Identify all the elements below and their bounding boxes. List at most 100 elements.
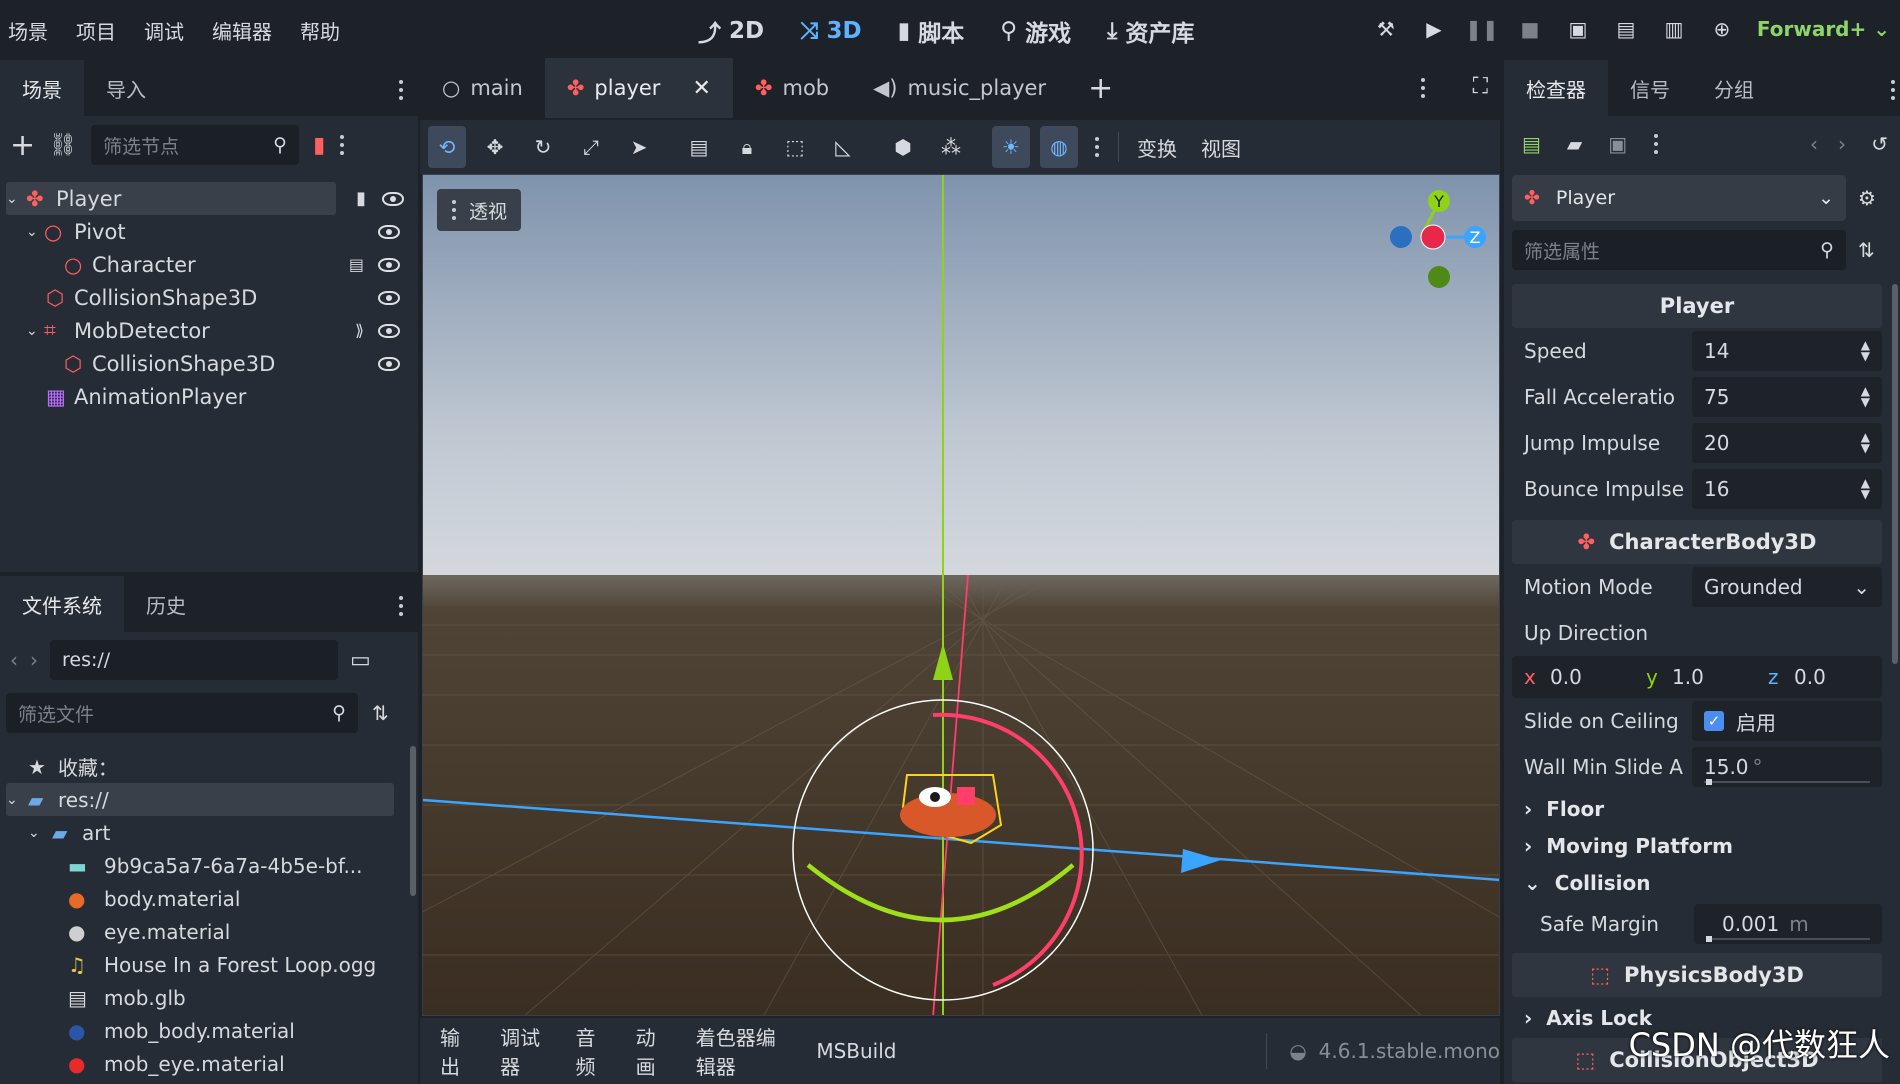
- visibility-eye-icon[interactable]: [378, 356, 400, 371]
- up-direction-y[interactable]: 1.0: [1672, 665, 1768, 689]
- pause-icon[interactable]: ❚❚: [1465, 14, 1499, 44]
- tab-shader-editor[interactable]: 着色器编辑器: [696, 1022, 787, 1080]
- script-icon[interactable]: ▮: [356, 188, 366, 209]
- gizmo-x-handle[interactable]: [1420, 224, 1446, 250]
- tab-history[interactable]: 历史: [124, 576, 208, 632]
- view-perspective-menu[interactable]: 透视: [437, 189, 522, 231]
- scene-tab-main[interactable]: ○ main: [420, 58, 545, 118]
- update-spinner-icon[interactable]: ◒: [1289, 1039, 1306, 1063]
- favorites-row[interactable]: ★ 收藏：: [6, 750, 412, 783]
- safe-margin-slider[interactable]: 0.001 m: [1694, 904, 1882, 944]
- visibility-eye-icon[interactable]: [378, 224, 400, 239]
- tab-groups[interactable]: 分组: [1692, 60, 1776, 116]
- tab-inspector[interactable]: 检查器: [1504, 60, 1608, 116]
- resource-menu-icon[interactable]: [1653, 134, 1659, 154]
- mode-assetlib-button[interactable]: ⤓ 资产库: [1107, 14, 1194, 48]
- group-icon[interactable]: ⬚: [776, 126, 814, 168]
- visibility-eye-icon[interactable]: [382, 191, 404, 206]
- play-custom-scene-icon[interactable]: ▥: [1659, 14, 1689, 44]
- tab-filesystem[interactable]: 文件系统: [0, 576, 124, 632]
- 3d-viewport[interactable]: 透视 Y Z: [422, 174, 1500, 1016]
- up-direction-z[interactable]: 0.0: [1794, 665, 1826, 689]
- signal-icon[interactable]: ⟫: [355, 321, 364, 340]
- mesh-icon[interactable]: ⬢: [884, 126, 922, 168]
- section-physicsbody3d[interactable]: ⬚ PhysicsBody3D: [1512, 953, 1882, 997]
- tree-node-mobdetector[interactable]: ⌄ ⌗ MobDetector ⟫: [6, 314, 412, 347]
- scene-tab-music-player[interactable]: ◀) music_player: [851, 58, 1068, 118]
- select-tool-icon[interactable]: ⟲: [428, 126, 466, 168]
- scrollbar[interactable]: [410, 746, 416, 896]
- tab-debugger[interactable]: 调试器: [500, 1022, 545, 1080]
- menu-editor[interactable]: 编辑器: [212, 16, 272, 45]
- tree-node-character[interactable]: ○ Character ▤: [6, 248, 412, 281]
- filter-nodes-input[interactable]: 筛选节点 ⚲: [91, 125, 300, 165]
- group-floor[interactable]: › Floor: [1512, 790, 1882, 827]
- play-icon[interactable]: ▶: [1419, 14, 1449, 44]
- distraction-free-icon[interactable]: ⛶: [1473, 74, 1488, 99]
- dock-menu-icon[interactable]: [398, 596, 404, 616]
- gizmo-neg-z-handle[interactable]: [1390, 226, 1412, 248]
- new-resource-icon[interactable]: ▤: [1522, 132, 1541, 156]
- file-tree-row-art[interactable]: ⌄ ▰ art: [6, 816, 412, 849]
- mode-game-button[interactable]: ⚲ 游戏: [1000, 14, 1071, 48]
- remote-debug-icon[interactable]: ▣: [1563, 14, 1593, 44]
- file-row[interactable]: ● mob_eye.material: [6, 1047, 412, 1080]
- list-select-icon[interactable]: ➤: [620, 126, 658, 168]
- tab-audio[interactable]: 音频: [575, 1022, 605, 1080]
- chevron-down-icon[interactable]: ⌄: [6, 191, 26, 207]
- menu-project[interactable]: 项目: [76, 16, 116, 45]
- tabs-menu-icon[interactable]: [1420, 78, 1426, 98]
- mode-script-button[interactable]: ▮ 脚本: [898, 14, 965, 48]
- scene-menu-icon[interactable]: [339, 135, 345, 155]
- history-back-icon[interactable]: ‹: [1810, 132, 1818, 156]
- tab-signals[interactable]: 信号: [1608, 60, 1692, 116]
- tree-node-player[interactable]: ⌄ ✤ Player ▮: [6, 182, 404, 215]
- tab-output[interactable]: 输出: [440, 1022, 470, 1080]
- inspector-options-icon[interactable]: ⇅: [1858, 238, 1875, 262]
- gizmo-neg-y-handle[interactable]: [1428, 266, 1450, 288]
- up-direction-x[interactable]: 0.0: [1550, 665, 1646, 689]
- dock-menu-icon[interactable]: [1890, 80, 1896, 100]
- renderer-select[interactable]: Forward+ ⌄: [1757, 17, 1890, 41]
- close-icon[interactable]: ✕: [692, 76, 710, 101]
- fall-acceleration-spinbox[interactable]: 75 ▲ ▼: [1692, 377, 1882, 417]
- visibility-eye-icon[interactable]: [378, 323, 400, 338]
- save-icon[interactable]: ▣: [1608, 132, 1627, 156]
- file-row[interactable]: ♫ House In a Forest Loop.ogg: [6, 948, 412, 981]
- section-characterbody3d[interactable]: ✤ CharacterBody3D: [1512, 520, 1882, 564]
- visibility-eye-icon[interactable]: [378, 290, 400, 305]
- bounce-impulse-spinbox[interactable]: 16 ▲ ▼: [1692, 469, 1882, 509]
- move-tool-icon[interactable]: ✥: [476, 126, 514, 168]
- sun-preview-icon[interactable]: ☀: [992, 126, 1030, 168]
- file-row[interactable]: ● eye.material: [6, 915, 412, 948]
- history-forward-icon[interactable]: ›: [1838, 132, 1846, 156]
- file-row[interactable]: ▤ mob.glb: [6, 981, 412, 1014]
- tab-scene[interactable]: 场景: [0, 60, 84, 116]
- attach-script-icon[interactable]: ▮: [313, 133, 325, 158]
- scene-tab-mob[interactable]: ✤ mob: [733, 58, 851, 118]
- mode-2d-button[interactable]: ⤴ 2D: [698, 14, 764, 48]
- back-icon[interactable]: ‹: [10, 648, 18, 672]
- jump-impulse-spinbox[interactable]: 20 ▲ ▼: [1692, 423, 1882, 463]
- scale-tool-icon[interactable]: ⤢: [572, 126, 610, 168]
- filter-files-input[interactable]: 筛选文件 ⚲: [6, 693, 358, 733]
- hammer-icon[interactable]: ⚒: [1371, 14, 1401, 44]
- node-settings-icon[interactable]: ⚙: [1858, 186, 1876, 210]
- chevron-down-icon[interactable]: ⌄: [6, 792, 28, 808]
- group-collision[interactable]: ⌄ Collision: [1512, 864, 1882, 901]
- particles-icon[interactable]: ⁂: [932, 126, 970, 168]
- play-scene-icon[interactable]: ▤: [1611, 14, 1641, 44]
- stop-icon[interactable]: ■: [1515, 14, 1545, 44]
- movie-maker-icon[interactable]: ⊕: [1707, 14, 1737, 44]
- scene-tab-player[interactable]: ✤ player ✕: [544, 58, 733, 118]
- history-icon[interactable]: ↺: [1871, 132, 1888, 156]
- open-folder-icon[interactable]: ▰: [1567, 132, 1582, 156]
- add-tab-icon[interactable]: +: [1088, 71, 1113, 106]
- scrollbar[interactable]: [1892, 284, 1898, 664]
- section-script-player[interactable]: Player: [1512, 284, 1882, 328]
- split-view-icon[interactable]: ▭: [350, 648, 371, 673]
- view-menu[interactable]: 视图: [1201, 133, 1241, 162]
- tab-animation[interactable]: 动画: [636, 1022, 666, 1080]
- scene-instance-icon[interactable]: ▤: [349, 255, 364, 274]
- chevron-down-icon[interactable]: ⌄: [26, 323, 44, 339]
